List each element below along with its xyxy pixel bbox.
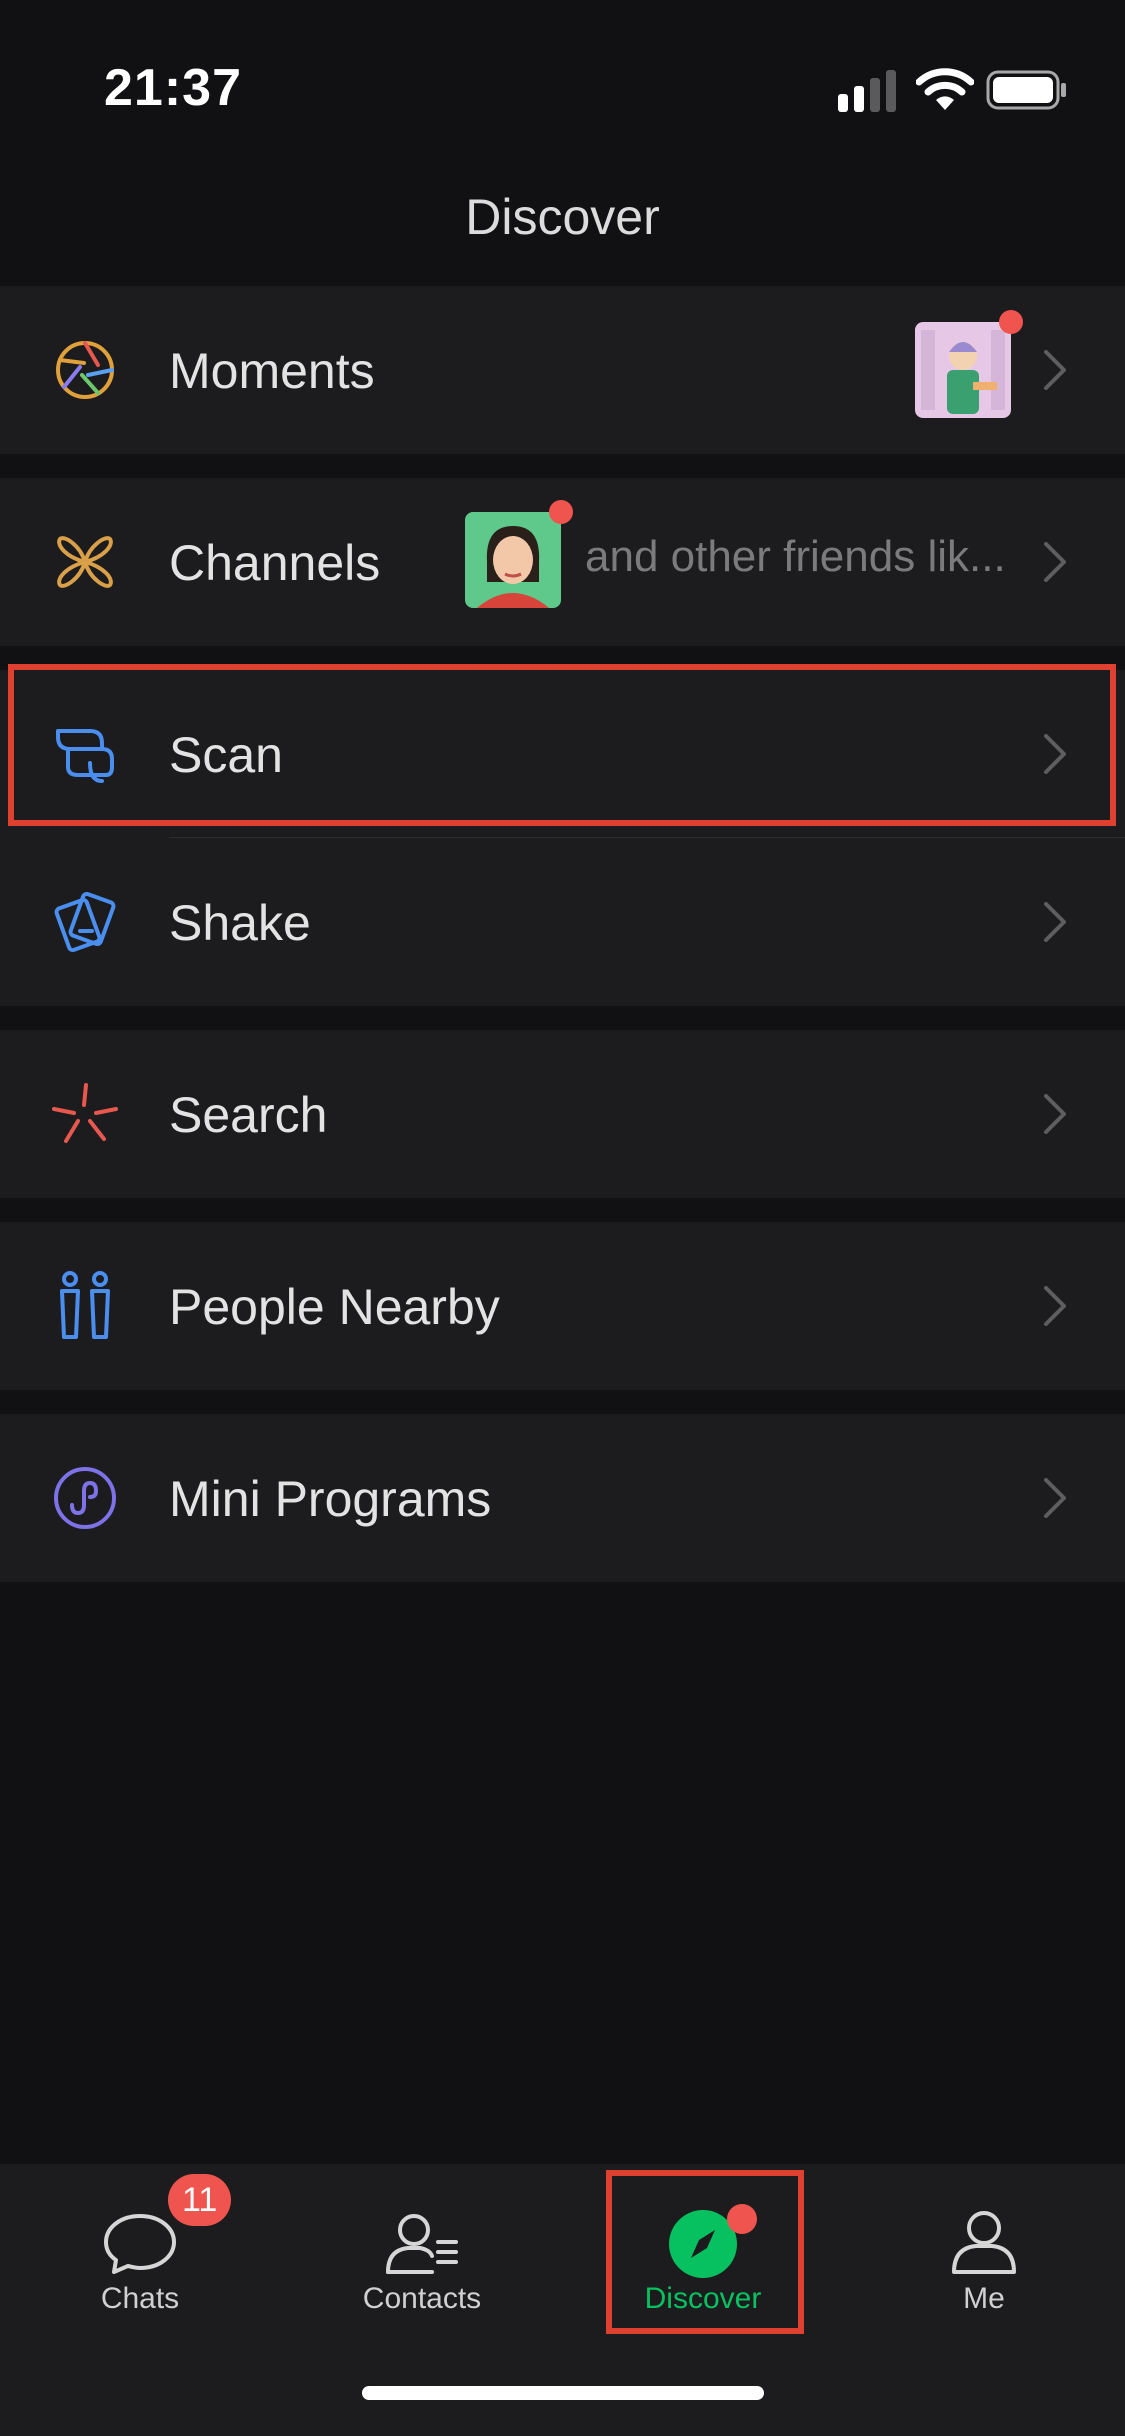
chevron-right-icon — [1044, 1286, 1066, 1326]
menu-item-label: Channels — [169, 535, 381, 591]
tab-label: Chats — [100, 2282, 180, 2315]
tab-chats[interactable]: Chats 11 — [40, 2164, 240, 2344]
moments-thumbnail — [915, 322, 1011, 418]
menu-item-label: People Nearby — [169, 1279, 500, 1335]
chevron-right-icon — [1044, 350, 1066, 390]
unread-badge: 11 — [168, 2174, 232, 2226]
people-icon — [60, 1271, 110, 1339]
wifi-icon — [916, 68, 974, 110]
menu-item-label: Search — [169, 1087, 328, 1143]
chevron-right-icon — [1044, 902, 1066, 942]
butterfly-icon — [57, 536, 113, 588]
channels-thumbnail — [465, 512, 561, 608]
status-time: 21:37 — [104, 59, 242, 117]
tab-label: Contacts — [362, 2282, 482, 2315]
link-circle-icon — [54, 1467, 116, 1529]
person-icon — [952, 2211, 1016, 2274]
page-title: Discover — [465, 189, 660, 245]
menu-item-people-nearby[interactable]: People Nearby — [0, 1222, 1125, 1390]
sparkle-search-icon — [52, 1083, 118, 1143]
chevron-right-icon — [1044, 1094, 1066, 1134]
tab-bar: Chats 11 Contacts Discover Me — [0, 2164, 1125, 2436]
tab-me[interactable]: Me — [884, 2164, 1084, 2344]
menu-item-mini-programs[interactable]: Mini Programs — [0, 1414, 1125, 1582]
channels-unread-dot — [549, 500, 573, 524]
tab-contacts[interactable]: Contacts — [322, 2164, 522, 2344]
contacts-icon — [386, 2214, 458, 2274]
home-indicator[interactable] — [362, 2386, 764, 2400]
channels-description: and other friends lik... — [585, 532, 1006, 581]
scan-highlight-box — [8, 664, 1116, 826]
battery-icon — [986, 70, 1066, 110]
cellular-signal-icon — [838, 70, 896, 112]
menu-item-search[interactable]: Search — [0, 1030, 1125, 1198]
shake-icon — [54, 891, 116, 953]
chevron-right-icon — [1044, 1478, 1066, 1518]
menu-item-label: Moments — [169, 343, 375, 399]
menu-item-label: Shake — [169, 895, 311, 951]
menu-item-shake[interactable]: Shake — [0, 838, 1125, 1006]
status-bar: 21:37 — [0, 0, 1125, 180]
menu-item-channels[interactable]: Channels and other friends lik... — [0, 478, 1125, 646]
moments-unread-dot — [999, 310, 1023, 334]
tab-label: Me — [963, 2282, 1005, 2315]
menu-item-label: Mini Programs — [169, 1471, 492, 1527]
chevron-right-icon — [1044, 542, 1066, 582]
chat-bubble-icon — [104, 2214, 176, 2274]
aperture-icon — [56, 341, 114, 399]
menu-item-moments[interactable]: Moments — [0, 286, 1125, 454]
discover-highlight-box — [606, 2170, 804, 2334]
